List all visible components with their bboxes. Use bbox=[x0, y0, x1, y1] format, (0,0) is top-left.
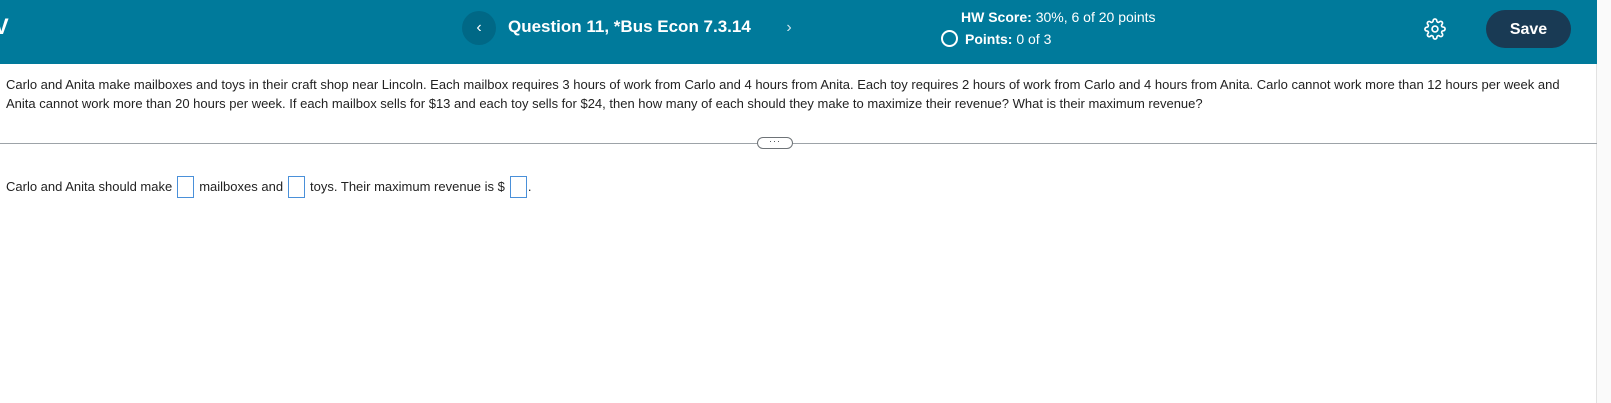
mailboxes-answer-input[interactable] bbox=[177, 176, 195, 198]
chevron-right-icon: › bbox=[786, 19, 792, 36]
save-button[interactable]: Save bbox=[1486, 10, 1571, 48]
answer-line: Carlo and Anita should make mailboxes an… bbox=[6, 176, 532, 198]
previous-question-button[interactable]: ‹ bbox=[462, 11, 496, 45]
chevron-left-icon: ‹ bbox=[476, 19, 482, 36]
points-status-icon bbox=[941, 30, 958, 47]
scrollbar[interactable] bbox=[1596, 0, 1611, 403]
header-left-mark: V bbox=[0, 14, 9, 39]
next-question-button[interactable]: › bbox=[772, 11, 806, 45]
revenue-answer-input[interactable] bbox=[509, 176, 527, 198]
page: V ‹ Question 11, *Bus Econ 7.3.14 › HW S… bbox=[0, 0, 1611, 403]
divider bbox=[0, 143, 1597, 144]
settings-button[interactable] bbox=[1424, 18, 1446, 40]
hw-score: HW Score: 30%, 6 of 20 points bbox=[961, 9, 1156, 25]
answer-text-part1: Carlo and Anita should make bbox=[6, 179, 173, 194]
points-value: 0 of 3 bbox=[1016, 30, 1052, 47]
header-bar: V ‹ Question 11, *Bus Econ 7.3.14 › HW S… bbox=[0, 0, 1597, 64]
points: Points: 0 of 3 bbox=[941, 30, 1052, 47]
answer-text-part4: . bbox=[527, 179, 532, 194]
question-title: Question 11, *Bus Econ 7.3.14 bbox=[508, 17, 751, 36]
problem-text: Carlo and Anita make mailboxes and toys … bbox=[6, 77, 1560, 111]
gear-icon bbox=[1424, 18, 1446, 40]
hw-score-value: 30%, 6 of 20 points bbox=[1035, 9, 1156, 25]
answer-text-part3: toys. Their maximum revenue is $ bbox=[310, 179, 505, 194]
answer-text-part2: mailboxes and bbox=[199, 179, 284, 194]
points-label: Points: bbox=[965, 30, 1013, 47]
toys-answer-input[interactable] bbox=[288, 176, 306, 198]
hw-score-label: HW Score: bbox=[961, 9, 1032, 25]
divider-handle[interactable]: ··· bbox=[757, 137, 793, 149]
